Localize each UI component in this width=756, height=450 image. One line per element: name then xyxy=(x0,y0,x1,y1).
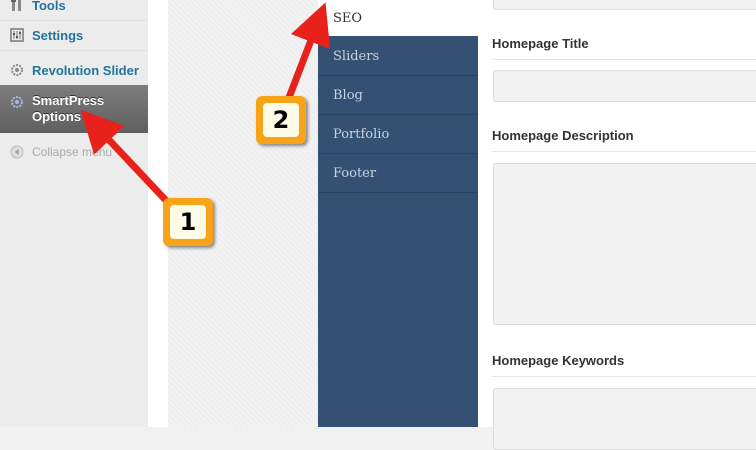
gear-icon xyxy=(8,61,26,79)
options-tabs: SEO Sliders Blog Portfolio Footer xyxy=(318,0,478,427)
tab-blog[interactable]: Blog xyxy=(318,76,478,115)
homepage-keywords-label: Homepage Keywords xyxy=(492,353,625,368)
homepage-keywords-textarea[interactable] xyxy=(493,388,756,450)
homepage-title-input[interactable] xyxy=(493,70,756,102)
tab-seo[interactable]: SEO xyxy=(318,0,478,36)
settings-icon xyxy=(8,26,26,44)
admin-sidebar: Tools Settings Revolution Slider SmartPr… xyxy=(0,0,156,427)
step-number: 2 xyxy=(263,103,299,137)
step-badge-2: 2 xyxy=(256,96,306,144)
sidebar-item-settings[interactable]: Settings xyxy=(0,20,148,51)
tab-portfolio[interactable]: Portfolio xyxy=(318,115,478,154)
divider xyxy=(492,151,756,152)
sidebar-item-label: SmartPress Options xyxy=(32,93,105,124)
tab-label: Portfolio xyxy=(333,126,390,142)
divider xyxy=(492,59,756,60)
homepage-description-label: Homepage Description xyxy=(492,128,634,143)
tab-footer[interactable]: Footer xyxy=(318,154,478,193)
sidebar-item-label: Settings xyxy=(32,27,84,43)
seo-form: Homepage Title Homepage Description Home… xyxy=(478,0,756,450)
tab-label: Sliders xyxy=(333,48,380,64)
tab-label: Blog xyxy=(333,87,363,103)
sidebar-item-label: Revolution Slider xyxy=(32,62,139,78)
collapse-menu-button[interactable]: Collapse menu xyxy=(0,137,148,167)
collapse-arrow-icon xyxy=(8,143,26,161)
divider xyxy=(492,376,756,377)
homepage-description-textarea[interactable] xyxy=(493,163,756,325)
collapse-menu-label: Collapse menu xyxy=(32,145,113,159)
gear-icon xyxy=(8,93,26,111)
tools-icon xyxy=(8,0,26,14)
tab-label: Footer xyxy=(333,165,377,181)
tab-sliders[interactable]: Sliders xyxy=(318,37,478,76)
sidebar-item-tools[interactable]: Tools xyxy=(0,0,148,21)
sidebar-item-revolution-slider[interactable]: Revolution Slider xyxy=(0,55,148,86)
tab-label: SEO xyxy=(333,10,363,26)
step-number: 1 xyxy=(170,205,206,239)
sidebar-item-label: Tools xyxy=(32,0,66,13)
previous-field[interactable] xyxy=(493,0,756,10)
sidebar-item-smartpress-options[interactable]: SmartPress Options xyxy=(0,85,156,133)
homepage-title-label: Homepage Title xyxy=(492,36,589,51)
step-badge-1: 1 xyxy=(163,198,213,246)
